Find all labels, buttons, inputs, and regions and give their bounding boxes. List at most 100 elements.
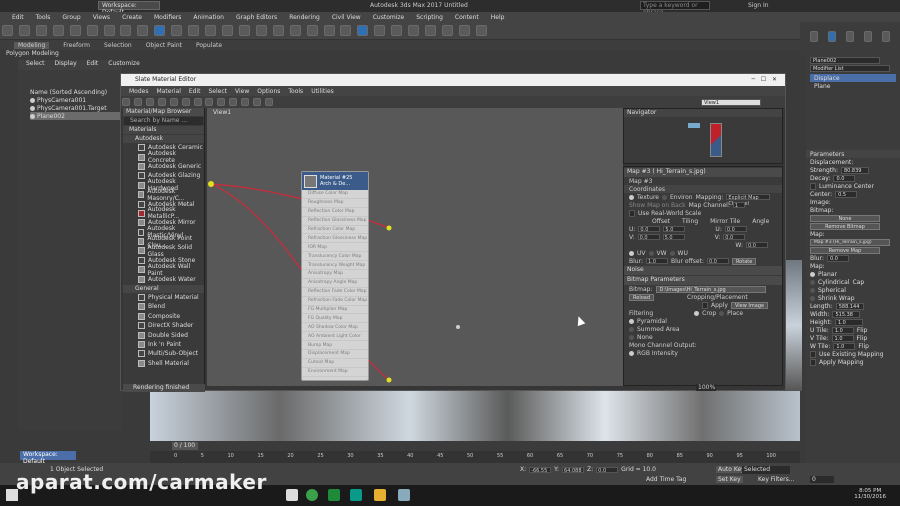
placement-icon[interactable] — [205, 25, 217, 36]
taskbar-app-icon[interactable] — [306, 489, 318, 501]
time-slider[interactable]: 0 / 100 — [150, 441, 800, 451]
scene-menu-select[interactable]: Select — [26, 60, 45, 70]
sme-menu-options[interactable]: Options — [257, 88, 280, 95]
material-list-item[interactable]: Shell Material — [123, 359, 204, 368]
sme-menu-modes[interactable]: Modes — [129, 88, 148, 95]
key-filters-button[interactable]: Key Filters... — [758, 476, 795, 483]
sme-menu-edit[interactable]: Edit — [189, 88, 201, 95]
pick-material-icon[interactable] — [133, 98, 142, 106]
material-list-item[interactable]: Autodesk Concrete — [123, 150, 204, 164]
crop-radio[interactable] — [694, 310, 700, 316]
region-icon[interactable] — [137, 25, 149, 36]
material-list-item[interactable]: Blend — [123, 302, 204, 311]
luminance-checkbox[interactable] — [810, 182, 816, 190]
node-slot[interactable]: FG Quality Map — [302, 314, 368, 324]
select-by-material-icon[interactable] — [265, 98, 274, 106]
object-name-field[interactable]: Plane002 — [810, 56, 880, 64]
select-icon[interactable] — [103, 25, 115, 36]
scene-sort-header[interactable]: Name (Sorted Ascending) — [30, 88, 122, 96]
material-map-navigator-icon[interactable] — [241, 98, 250, 106]
parameter-editor-icon[interactable] — [253, 98, 262, 106]
node-slot[interactable]: Displacement Map — [302, 350, 368, 359]
x-coord-field[interactable]: -66.55 — [529, 466, 552, 474]
material-list-item[interactable]: DirectX Shader — [123, 321, 204, 330]
map-output-socket[interactable] — [208, 181, 214, 187]
ribbon-tab-selection[interactable]: Selection — [104, 42, 132, 49]
menu-help[interactable]: Help — [491, 14, 505, 21]
category-autodesk[interactable]: Autodesk — [123, 135, 204, 143]
key-selection-dropdown[interactable]: Selected — [742, 466, 790, 474]
shrink-wrap-radio[interactable] — [810, 295, 815, 301]
flip-v[interactable]: Flip — [857, 335, 868, 342]
u-angle-spinner[interactable]: 0.0 — [724, 226, 747, 233]
material-list-item[interactable]: Composite — [123, 312, 204, 321]
scale-icon[interactable] — [188, 25, 200, 36]
move-children-icon[interactable] — [169, 98, 178, 106]
named-selection-icon[interactable] — [306, 25, 318, 36]
scene-menu-customize[interactable]: Customize — [108, 60, 140, 70]
time-slider-thumb[interactable]: 0 / 100 — [172, 442, 198, 450]
layer-icon[interactable] — [374, 25, 386, 36]
sme-menu-select[interactable]: Select — [208, 88, 227, 95]
render-icon[interactable] — [475, 25, 487, 36]
move-icon[interactable] — [154, 25, 166, 36]
place-radio[interactable] — [719, 310, 725, 316]
bitmap-none-button[interactable]: None — [810, 214, 880, 222]
delete-icon[interactable] — [157, 98, 166, 106]
category-materials[interactable]: Materials — [123, 126, 204, 134]
curve-editor-icon[interactable] — [391, 25, 403, 36]
y-coord-field[interactable]: 64.088 — [562, 466, 585, 474]
modifier-stack-item-plane[interactable]: Plane — [810, 82, 896, 90]
material-editor-icon[interactable] — [425, 25, 437, 36]
ribbon-tab-populate[interactable]: Populate — [196, 42, 222, 49]
node-slot[interactable]: Refraction Glossiness Map — [302, 234, 368, 244]
create-tab-icon[interactable] — [810, 31, 818, 42]
node-slot[interactable]: Refraction Fade Color Map — [302, 297, 368, 306]
browser-search-input[interactable]: Search by Name ... — [124, 117, 203, 125]
reload-button[interactable]: Reload — [629, 293, 655, 301]
apply-mapping-checkbox[interactable] — [810, 358, 816, 366]
angle-snap-icon[interactable] — [255, 25, 267, 36]
scene-explorer-icon[interactable] — [357, 25, 369, 36]
pivot-icon[interactable] — [221, 25, 233, 36]
show-background-icon[interactable] — [205, 98, 214, 106]
strength-spinner[interactable]: 80.839 — [840, 166, 869, 174]
scene-item-selected[interactable]: Plane002 — [30, 112, 122, 120]
remove-map-button[interactable]: Remove Map — [810, 246, 880, 254]
link-icon[interactable] — [35, 25, 47, 36]
node-slot[interactable]: Bump Map — [302, 341, 368, 351]
node-slot[interactable]: Diffuse Color Map — [302, 190, 368, 199]
spherical-radio[interactable] — [810, 287, 815, 293]
v-angle-spinner[interactable]: 0.0 — [723, 234, 746, 241]
snap-icon[interactable] — [238, 25, 250, 36]
taskbar-app-icon[interactable] — [398, 489, 410, 501]
menu-group[interactable]: Group — [62, 14, 80, 21]
window-controls[interactable]: ─ ☐ ✕ — [752, 74, 777, 86]
set-key-button[interactable]: Set Key — [716, 476, 743, 483]
node-slot[interactable]: Environment Map — [302, 368, 368, 377]
scene-item[interactable]: PhysCamera001.Target — [30, 104, 122, 112]
menu-customize[interactable]: Customize — [373, 14, 405, 21]
percent-snap-icon[interactable] — [272, 25, 284, 36]
eye-icon[interactable] — [30, 113, 35, 119]
bitmap-path-button[interactable]: D:\Images\Hi_Terrain_s.jpg — [655, 285, 766, 293]
material-list-item[interactable]: Multi/Sub-Object — [123, 349, 204, 358]
node-header[interactable]: Material #25 Arch & De... — [302, 172, 368, 190]
v-offset-spinner[interactable]: 0.0 — [637, 234, 660, 241]
rotate-button[interactable]: Rotate — [731, 257, 757, 265]
use-existing-mapping-checkbox[interactable] — [810, 350, 816, 358]
mirror-icon[interactable] — [323, 25, 335, 36]
noise-rollout[interactable]: Noise — [624, 266, 782, 275]
ribbon-tab-modeling[interactable]: Modeling — [14, 41, 50, 49]
search-input[interactable]: Type a keyword or phrase — [640, 1, 710, 16]
eye-icon[interactable] — [30, 105, 35, 111]
cylindrical-radio[interactable] — [810, 279, 815, 285]
spinner-snap-icon[interactable] — [289, 25, 301, 36]
menu-edit[interactable]: Edit — [12, 14, 24, 21]
sme-menu-view[interactable]: View — [235, 88, 249, 95]
view-dropdown[interactable]: View1 — [701, 99, 761, 106]
ribbon-tab-object-paint[interactable]: Object Paint — [146, 42, 182, 49]
bump-input-socket[interactable] — [386, 377, 392, 383]
modify-tab-icon[interactable] — [828, 31, 836, 42]
bind-icon[interactable] — [69, 25, 81, 36]
